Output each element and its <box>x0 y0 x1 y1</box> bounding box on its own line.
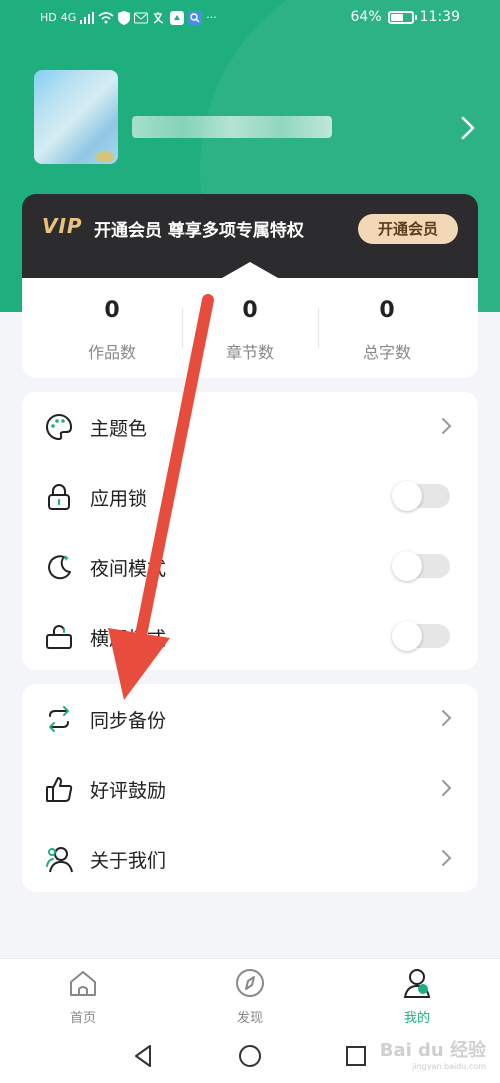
night-mode-label: 夜间模式 <box>90 558 167 580</box>
stat-value: 0 <box>104 298 120 323</box>
palette-icon <box>46 413 73 441</box>
tab-home[interactable]: 首页 <box>33 967 133 1026</box>
stat-chapters[interactable]: 0 章节数 <box>175 298 325 363</box>
rate-app-label: 好评鼓励 <box>90 780 167 802</box>
theme-color-row[interactable]: 主题色 <box>22 392 478 462</box>
stat-label: 章节数 <box>225 343 274 362</box>
tab-mine[interactable]: 我的 <box>367 967 467 1026</box>
stat-words[interactable]: 0 总字数 <box>312 298 462 363</box>
landscape-mode-row: 横屏模式 <box>22 602 478 672</box>
battery-percent: 64% <box>350 9 382 25</box>
thumbs-up-icon <box>46 777 73 802</box>
stat-label: 总字数 <box>362 343 411 362</box>
landscape-icon <box>46 625 72 649</box>
about-us-row[interactable]: 关于我们 <box>22 824 478 894</box>
wifi-icon <box>98 12 114 24</box>
toggle-knob <box>392 481 422 511</box>
app-lock-toggle[interactable] <box>392 481 450 511</box>
settings-card: 主题色 应用锁 夜间模式 横屏模式 <box>22 392 478 670</box>
rate-app-row[interactable]: 好评鼓励 <box>22 754 478 824</box>
status-icons-right: 64% 11:39 <box>351 9 460 25</box>
profile-chevron-right-icon[interactable] <box>456 114 480 142</box>
more-card: 同步备份 好评鼓励 关于我们 <box>22 684 478 892</box>
search-app-icon <box>188 11 203 25</box>
hd-indicator: HD <box>40 11 57 24</box>
battery-icon <box>387 10 417 24</box>
shield-icon <box>118 11 131 25</box>
lock-icon <box>48 484 70 510</box>
bottom-tab-bar: 首页 发现 我的 <box>0 958 500 1028</box>
tab-label: 我的 <box>403 1011 430 1026</box>
stat-label: 作品数 <box>87 343 136 362</box>
tab-label: 发现 <box>236 1011 263 1026</box>
home-nav-icon[interactable] <box>236 1042 264 1070</box>
avatar[interactable] <box>34 70 118 164</box>
sync-icon <box>49 706 69 732</box>
signal-icon <box>80 12 95 24</box>
sync-backup-label: 同步备份 <box>90 710 167 732</box>
network-type: 4G <box>60 11 77 24</box>
about-us-label: 关于我们 <box>90 850 167 872</box>
landscape-mode-toggle[interactable] <box>392 621 450 651</box>
toggle-knob <box>392 621 422 651</box>
username-blurred[interactable] <box>132 116 332 138</box>
night-mode-toggle[interactable] <box>392 551 450 581</box>
clock: 11:39 <box>419 9 460 25</box>
status-icons-left: HD 4G ··· <box>40 10 217 26</box>
chevron-right-icon <box>442 850 452 866</box>
landscape-mode-label: 横屏模式 <box>90 628 167 650</box>
watermark: Bai du 经验 jingyan.baidu.com <box>380 1036 486 1071</box>
chevron-right-icon <box>442 780 452 796</box>
back-icon[interactable] <box>130 1042 158 1070</box>
vip-logo: VIP <box>42 214 83 238</box>
compass-icon <box>236 969 264 997</box>
chevron-right-icon <box>442 418 452 434</box>
stats-card: 0 作品数 0 章节数 0 总字数 <box>22 262 478 378</box>
app-notification-icon <box>170 11 185 25</box>
toggle-knob <box>392 551 422 581</box>
moon-icon <box>48 555 71 580</box>
stat-value: 0 <box>379 298 395 323</box>
tab-discover[interactable]: 发现 <box>200 967 300 1026</box>
app-lock-label: 应用锁 <box>90 488 148 510</box>
tab-label: 首页 <box>69 1011 96 1026</box>
mail-icon <box>134 12 149 24</box>
chevron-right-icon <box>442 710 452 726</box>
app-lock-row: 应用锁 <box>22 462 478 532</box>
night-mode-row: 夜间模式 <box>22 532 478 602</box>
home-icon <box>70 971 96 996</box>
avatar-badge <box>96 152 114 162</box>
theme-color-label: 主题色 <box>90 418 148 440</box>
translate-icon <box>153 12 164 24</box>
user-icon <box>403 969 431 998</box>
stat-works[interactable]: 0 作品数 <box>37 298 187 363</box>
status-bar: HD 4G ··· 64% 11:39 <box>0 0 500 38</box>
stat-value: 0 <box>242 298 258 323</box>
battery-fill <box>390 13 403 21</box>
watermark-brand: Bai du 经验 <box>379 1040 486 1061</box>
people-icon <box>46 847 73 873</box>
watermark-url: jingyan.baidu.com <box>412 1062 486 1071</box>
recents-icon[interactable] <box>342 1042 370 1070</box>
vip-promo-text: 开通会员 尊享多项专属特权 <box>94 221 304 241</box>
sync-backup-row[interactable]: 同步备份 <box>22 684 478 754</box>
vip-subscribe-button[interactable]: 开通会员 <box>358 214 458 244</box>
more-notifications-indicator: ··· <box>206 11 217 24</box>
